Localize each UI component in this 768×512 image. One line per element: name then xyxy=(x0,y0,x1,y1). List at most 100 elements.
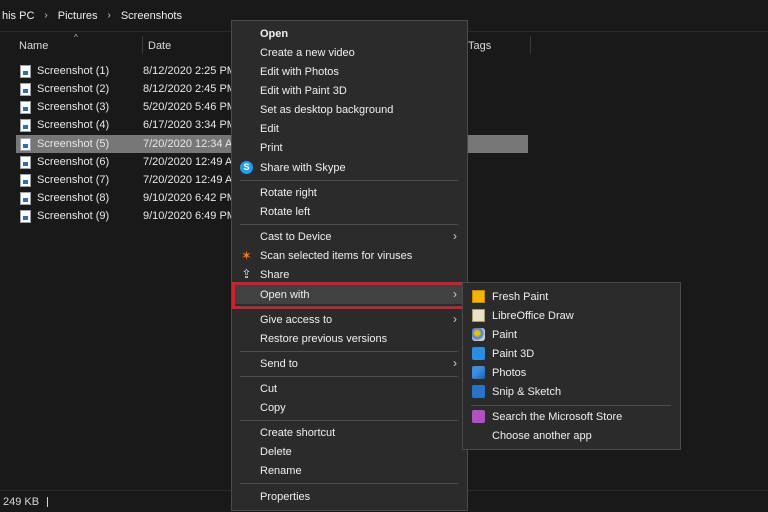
menu-item-delete[interactable]: Delete xyxy=(232,442,467,461)
column-tags-header[interactable]: Tags xyxy=(464,34,491,58)
submenu-item-label: Fresh Paint xyxy=(492,290,549,303)
submenu-item-libreoffice-draw[interactable]: LibreOffice Draw xyxy=(463,306,680,325)
fresh-paint-icon xyxy=(472,290,485,303)
submenu-item-label: Search the Microsoft Store xyxy=(492,410,623,423)
menu-item-set-desktop[interactable]: Set as desktop background xyxy=(232,100,467,119)
menu-item-rotate-left[interactable]: Rotate left xyxy=(232,202,467,221)
open-with-highlight-box xyxy=(232,282,465,309)
image-file-icon xyxy=(20,118,31,132)
submenu-item-label: LibreOffice Draw xyxy=(492,309,574,322)
menu-item-edit-paint3d[interactable]: Edit with Paint 3D xyxy=(232,81,467,100)
menu-item-edit[interactable]: Edit xyxy=(232,119,467,138)
menu-item-label: Scan selected items for viruses xyxy=(260,249,413,262)
chevron-right-icon: › xyxy=(453,229,457,243)
image-file-icon xyxy=(20,173,31,187)
menu-item-label: Share xyxy=(260,268,290,281)
file-name: Screenshot (3) xyxy=(37,101,110,113)
share-icon: ⇪ xyxy=(241,267,252,281)
menu-item-restore-versions[interactable]: Restore previous versions xyxy=(232,329,467,348)
file-name: Screenshot (7) xyxy=(37,174,110,186)
file-date: 6/17/2020 3:34 PM xyxy=(143,119,236,131)
menu-item-rotate-right[interactable]: Rotate right xyxy=(232,183,467,202)
submenu-item-label: Paint 3D xyxy=(492,347,535,360)
submenu-separator xyxy=(471,405,671,406)
submenu-item-paint[interactable]: Paint xyxy=(463,325,680,344)
menu-separator xyxy=(240,376,458,377)
menu-item-rename[interactable]: Rename xyxy=(232,461,467,480)
image-file-icon xyxy=(20,100,31,114)
menu-item-create-video[interactable]: Create a new video xyxy=(232,43,467,62)
breadcrumb-this-pc[interactable]: his PC xyxy=(2,10,34,22)
column-name-header[interactable]: Name xyxy=(15,34,48,58)
file-name: Screenshot (1) xyxy=(37,65,110,77)
file-date: 7/20/2020 12:34 A xyxy=(143,138,233,150)
selection-size: 249 KB xyxy=(3,495,40,508)
menu-item-label: Send to xyxy=(260,357,298,370)
photos-icon xyxy=(472,366,485,379)
menu-item-cast-to-device[interactable]: Cast to Device › xyxy=(232,227,467,246)
menu-item-copy[interactable]: Copy xyxy=(232,398,467,417)
submenu-item-fresh-paint[interactable]: Fresh Paint xyxy=(463,287,680,306)
menu-separator xyxy=(240,180,458,181)
chevron-right-icon: › xyxy=(107,10,111,21)
column-date-header[interactable]: Date xyxy=(144,34,171,58)
breadcrumb-screenshots[interactable]: Screenshots xyxy=(121,10,182,22)
image-file-icon xyxy=(20,191,31,205)
antivirus-icon: ✶ xyxy=(241,248,252,263)
menu-separator xyxy=(240,306,458,307)
image-file-icon xyxy=(20,82,31,96)
file-date: 9/10/2020 6:42 PM xyxy=(143,192,236,204)
menu-item-properties[interactable]: Properties xyxy=(232,487,467,506)
menu-item-open[interactable]: Open xyxy=(232,24,467,43)
breadcrumb-pictures[interactable]: Pictures xyxy=(58,10,98,22)
file-name: Screenshot (5) xyxy=(37,138,110,150)
open-with-submenu: Fresh Paint LibreOffice Draw Paint Paint… xyxy=(462,282,681,450)
file-date: 8/12/2020 2:45 PM xyxy=(143,83,236,95)
chevron-right-icon: › xyxy=(453,356,457,370)
submenu-item-snip-sketch[interactable]: Snip & Sketch xyxy=(463,382,680,401)
menu-item-share-skype[interactable]: S Share with Skype xyxy=(232,158,467,177)
menu-separator xyxy=(240,224,458,225)
menu-item-edit-photos[interactable]: Edit with Photos xyxy=(232,62,467,81)
menu-item-print[interactable]: Print xyxy=(232,138,467,157)
file-name: Screenshot (2) xyxy=(37,83,110,95)
menu-item-create-shortcut[interactable]: Create shortcut xyxy=(232,423,467,442)
menu-separator xyxy=(240,420,458,421)
menu-item-cut[interactable]: Cut xyxy=(232,379,467,398)
microsoft-store-icon xyxy=(472,410,485,423)
image-file-icon xyxy=(20,137,31,151)
image-file-icon xyxy=(20,209,31,223)
menu-separator xyxy=(240,351,458,352)
menu-separator xyxy=(240,483,458,484)
file-date: 5/20/2020 5:46 PM xyxy=(143,101,236,113)
column-divider[interactable] xyxy=(142,36,143,54)
skype-icon: S xyxy=(240,161,253,174)
file-date: 7/20/2020 12:49 A xyxy=(143,174,233,186)
file-name: Screenshot (8) xyxy=(37,192,110,204)
sort-ascending-icon: ^ xyxy=(74,33,78,42)
submenu-item-paint-3d[interactable]: Paint 3D xyxy=(463,344,680,363)
context-menu: Open Create a new video Edit with Photos… xyxy=(231,20,468,511)
file-date: 7/20/2020 12:49 A xyxy=(143,156,233,168)
libreoffice-draw-icon xyxy=(472,309,485,322)
column-divider[interactable] xyxy=(530,36,531,54)
submenu-item-choose-app[interactable]: Choose another app xyxy=(463,426,680,445)
menu-item-give-access[interactable]: Give access to › xyxy=(232,310,467,329)
menu-item-label: Give access to xyxy=(260,313,333,326)
snip-sketch-icon xyxy=(472,385,485,398)
image-file-icon xyxy=(20,64,31,78)
menu-item-scan-viruses[interactable]: ✶ Scan selected items for viruses xyxy=(232,246,467,265)
paint-icon xyxy=(472,328,485,341)
file-date: 8/12/2020 2:25 PM xyxy=(143,65,236,77)
paint-3d-icon xyxy=(472,347,485,360)
image-file-icon xyxy=(20,155,31,169)
submenu-item-label: Photos xyxy=(492,366,527,379)
submenu-item-search-store[interactable]: Search the Microsoft Store xyxy=(463,407,680,426)
menu-item-label: Share with Skype xyxy=(260,161,346,174)
submenu-item-label: Paint xyxy=(492,328,518,341)
menu-item-label: Cast to Device xyxy=(260,230,332,243)
menu-item-send-to[interactable]: Send to › xyxy=(232,354,467,373)
submenu-item-photos[interactable]: Photos xyxy=(463,363,680,382)
file-name: Screenshot (4) xyxy=(37,119,110,131)
status-divider xyxy=(47,496,49,507)
